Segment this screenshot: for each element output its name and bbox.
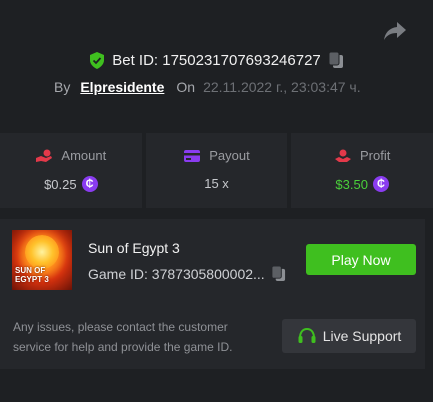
copy-icon[interactable] (271, 265, 286, 282)
stat-profit: Profit $3.50 ₵ (291, 133, 433, 208)
bet-date: 22.11.2022 г., 23:03:47 ч. (203, 79, 361, 95)
game-thumbnail-logo: SUN OF EGYPT 3 (15, 266, 49, 284)
shield-check-icon (90, 51, 105, 69)
support-message: Any issues, please contact the customer … (13, 320, 233, 354)
play-now-button[interactable]: Play Now (306, 244, 416, 275)
share-button[interactable] (383, 20, 407, 42)
stat-profit-value: $3.50 (335, 176, 368, 192)
card-icon (184, 149, 201, 162)
by-label: By (54, 79, 71, 95)
stat-amount-value: $0.25 (44, 176, 77, 192)
bet-meta-row: By Elpresidente On 22.11.2022 г., 23:03:… (54, 79, 361, 95)
stats-row: Amount $0.25 ₵ Payout 15 x Profit $3.50 … (0, 133, 433, 208)
game-id-row: Game ID: 3787305800002... (88, 265, 286, 282)
copy-icon[interactable] (328, 51, 344, 69)
hand-coin-icon (36, 149, 53, 162)
stat-amount-label: Amount (61, 148, 107, 163)
game-thumbnail[interactable]: SUN OF EGYPT 3 (12, 230, 72, 290)
profit-hand-icon (335, 149, 351, 162)
game-title: Sun of Egypt 3 (88, 240, 180, 256)
coin-icon: ₵ (81, 176, 98, 192)
game-id: Game ID: 3787305800002... (88, 265, 265, 282)
stat-payout: Payout 15 x (145, 133, 288, 208)
stat-payout-label: Payout (209, 148, 250, 163)
game-panel: SUN OF EGYPT 3 Sun of Egypt 3 Game ID: 3… (0, 219, 425, 369)
stat-payout-value: 15 x (204, 176, 229, 191)
sun-image (25, 235, 59, 269)
username-link[interactable]: Elpresidente (80, 79, 164, 95)
live-support-button[interactable]: Live Support (282, 319, 416, 353)
headset-icon (298, 327, 316, 343)
share-arrow-icon (384, 22, 406, 40)
bet-id-label: Bet ID: 1750231707693246727 (112, 51, 321, 69)
coin-icon: ₵ (372, 176, 389, 192)
on-label: On (176, 79, 196, 95)
stat-profit-label: Profit (360, 148, 391, 163)
stat-amount: Amount $0.25 ₵ (0, 133, 142, 208)
bet-id-row: Bet ID: 1750231707693246727 (0, 51, 433, 69)
live-support-label: Live Support (322, 328, 402, 344)
